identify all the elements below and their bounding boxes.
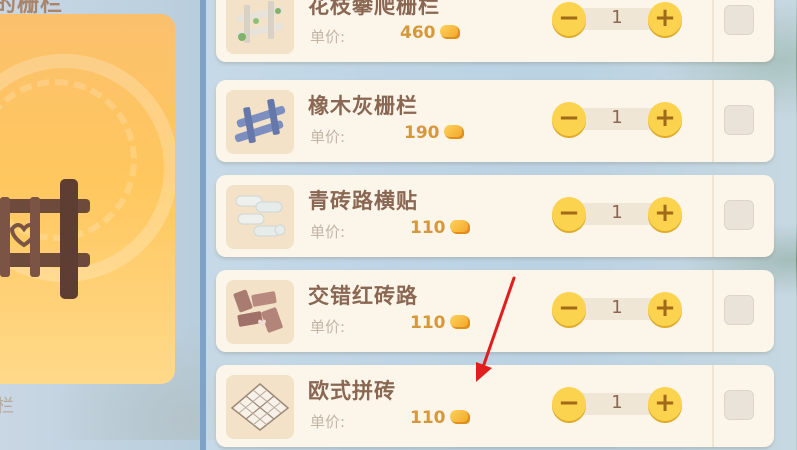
row-divider — [712, 80, 714, 162]
row-divider — [712, 270, 714, 352]
list-item: 花枝攀爬栅栏 单价: 460 − 1 + — [216, 0, 774, 62]
select-checkbox[interactable] — [724, 200, 754, 230]
item-thumb — [226, 280, 294, 344]
list-item: 青砖路横贴 单价: 110 − 1 + — [216, 175, 774, 257]
price-label: 单价: — [310, 318, 346, 336]
item-name: 花枝攀爬栅栏 — [308, 0, 440, 18]
item-name: 青砖路横贴 — [308, 189, 418, 213]
preview-card — [0, 14, 175, 384]
decrease-button[interactable]: − — [552, 102, 586, 136]
quantity-stepper: − 1 + — [552, 197, 682, 231]
item-thumb — [226, 90, 294, 154]
coin-icon — [449, 410, 470, 424]
price-label: 单价: — [310, 28, 346, 46]
price-label: 单价: — [310, 413, 346, 431]
item-name: 橡木灰栅栏 — [308, 94, 418, 118]
quantity-stepper: − 1 + — [552, 102, 682, 136]
coin-icon — [443, 125, 464, 139]
quantity-stepper: − 1 + — [552, 387, 682, 421]
item-price: 110 — [410, 313, 470, 333]
increase-button[interactable]: + — [648, 102, 682, 136]
row-divider — [712, 175, 714, 257]
quantity-value: 1 — [611, 7, 623, 28]
coin-icon — [439, 25, 460, 39]
quantity-value: 1 — [611, 107, 623, 128]
item-price: 110 — [410, 408, 470, 428]
decrease-button[interactable]: − — [552, 197, 586, 231]
increase-button[interactable]: + — [648, 387, 682, 421]
select-checkbox[interactable] — [724, 5, 754, 35]
flower-fence-icon — [236, 1, 284, 43]
quantity-stepper: − 1 + — [552, 2, 682, 36]
quantity-stepper: − 1 + — [552, 292, 682, 326]
item-name: 交错红砖路 — [308, 284, 418, 308]
annotation-arrow-icon — [476, 276, 516, 382]
increase-button[interactable]: + — [648, 197, 682, 231]
coin-icon — [449, 220, 470, 234]
quantity-value: 1 — [611, 202, 623, 223]
decrease-button[interactable]: − — [552, 2, 586, 36]
increase-button[interactable]: + — [648, 292, 682, 326]
item-price: 110 — [410, 218, 470, 238]
coin-icon — [449, 315, 470, 329]
item-thumb — [226, 375, 294, 439]
red-brick-path-icon — [233, 289, 283, 333]
select-checkbox[interactable] — [724, 295, 754, 325]
increase-button[interactable]: + — [648, 2, 682, 36]
decrease-button[interactable]: − — [552, 387, 586, 421]
item-thumb — [226, 185, 294, 249]
gray-oak-fence-icon — [234, 98, 286, 144]
item-name: 欧式拼砖 — [308, 379, 396, 403]
row-divider — [712, 365, 714, 447]
item-price: 190 — [404, 123, 464, 143]
price-label: 单价: — [310, 128, 346, 146]
quantity-value: 1 — [611, 392, 623, 413]
european-tile-icon — [230, 383, 290, 431]
price-label: 单价: — [310, 223, 346, 241]
decrease-button[interactable]: − — [552, 292, 586, 326]
select-checkbox[interactable] — [724, 105, 754, 135]
preview-label: 栏 — [0, 396, 14, 417]
quantity-value: 1 — [611, 297, 623, 318]
list-item: 橡木灰栅栏 单价: 190 − 1 + — [216, 80, 774, 162]
item-thumb — [226, 0, 294, 54]
row-divider — [712, 0, 714, 62]
select-checkbox[interactable] — [724, 390, 754, 420]
fence-preview-icon — [0, 179, 90, 299]
blue-brick-path-icon — [235, 195, 286, 237]
item-price: 460 — [400, 23, 460, 43]
